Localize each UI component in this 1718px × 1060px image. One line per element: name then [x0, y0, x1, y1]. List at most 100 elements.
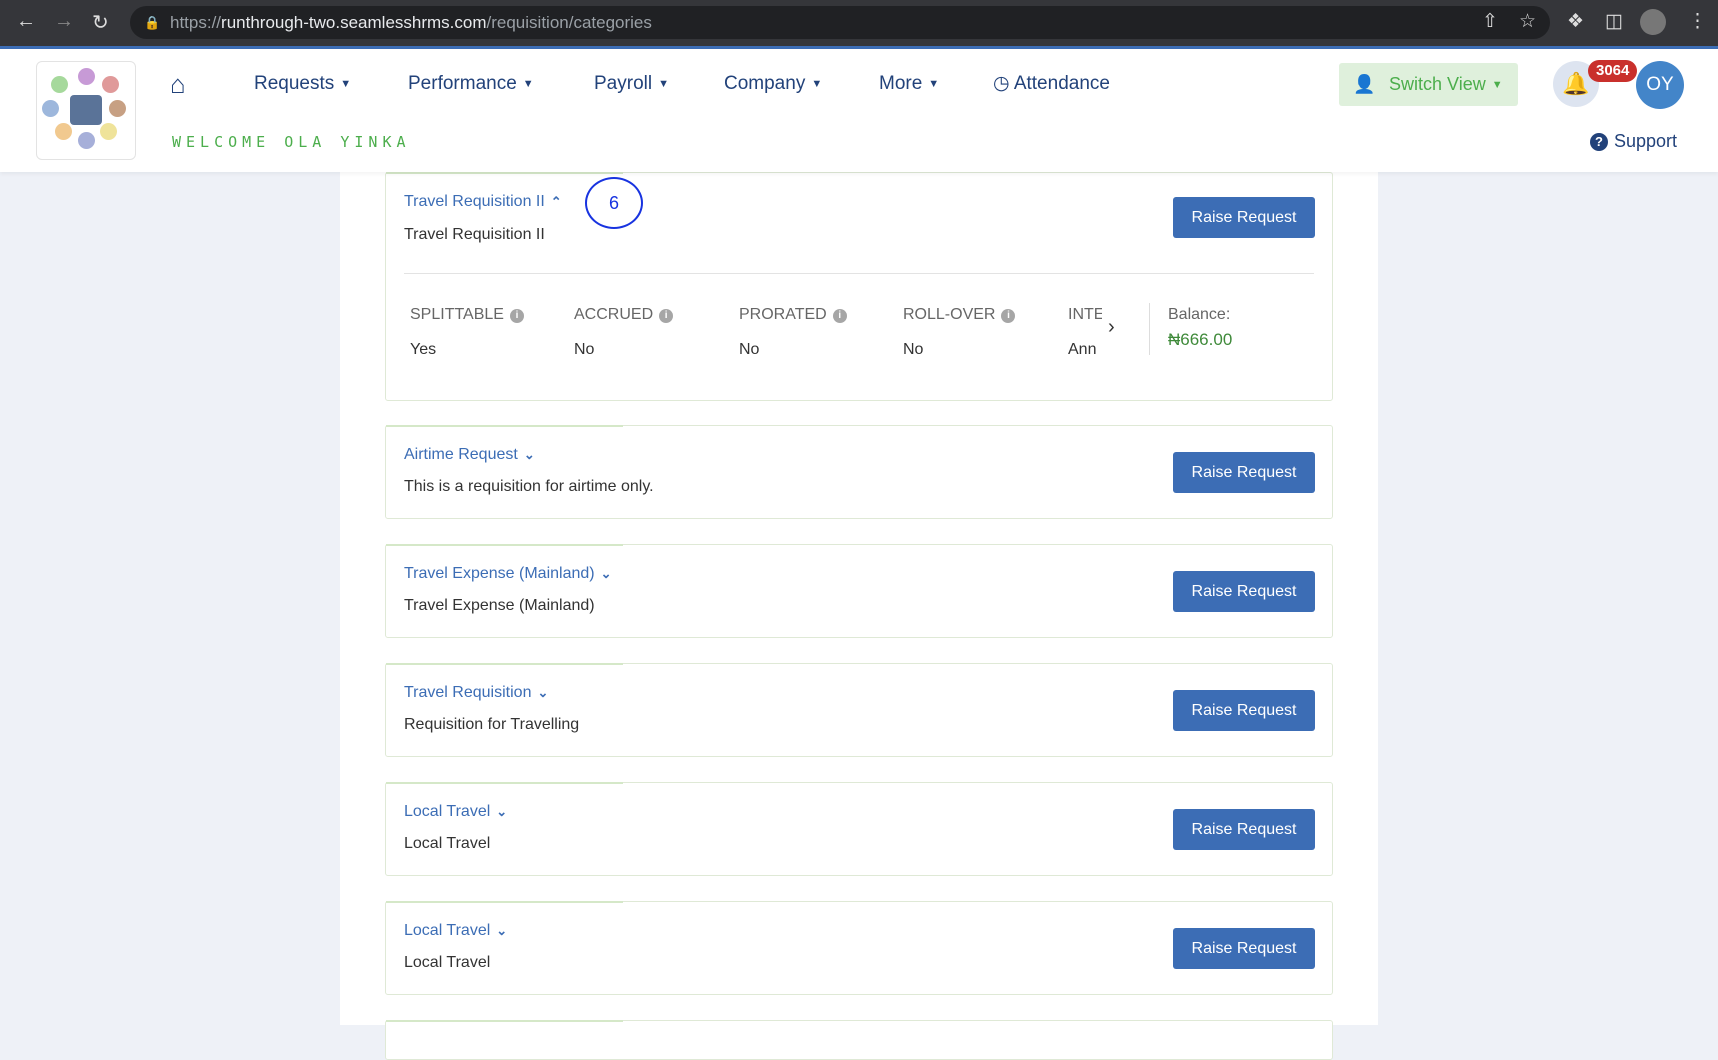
forward-icon[interactable]: → — [54, 10, 74, 33]
card-title[interactable]: Travel Requisition ⌄ — [404, 684, 548, 702]
chevron-down-icon[interactable]: ⌄ — [601, 566, 612, 582]
card-description: Travel Expense (Mainland) — [404, 597, 595, 615]
requisition-list: Travel Requisition II ⌃ Travel Requisitio… — [340, 150, 1378, 1025]
caret-down-icon: ▼ — [1492, 79, 1503, 91]
requisition-card: Travel Requisition ⌄ Requisition for Trav… — [385, 663, 1333, 757]
requisition-card: Travel Requisition II ⌃ Travel Requisitio… — [385, 172, 1333, 401]
balance-label: Balance: — [1168, 306, 1232, 324]
card-description: Travel Requisition II — [404, 226, 545, 244]
detail-label: PRORATED — [739, 306, 827, 323]
chevron-down-icon[interactable]: ⌄ — [496, 804, 507, 820]
divider — [404, 273, 1314, 274]
lock-icon: 🔒 — [144, 6, 160, 39]
detail-label: ACCRUED — [574, 306, 653, 323]
card-description: This is a requisition for airtime only. — [404, 478, 654, 496]
switch-view-button[interactable]: 👤Switch View▼ — [1339, 63, 1518, 106]
url-path: /requisition/categories — [487, 13, 652, 32]
requisition-card: Airtime Request ⌄ This is a requisition f… — [385, 425, 1333, 519]
card-title-text: Travel Requisition II — [404, 193, 545, 210]
detail-prorated: PRORATED i No — [739, 306, 847, 359]
raise-request-button[interactable]: Raise Request — [1173, 690, 1315, 731]
nav-label: Company — [724, 73, 805, 94]
detail-value: Ann — [1068, 341, 1102, 359]
card-title[interactable]: Local Travel ⌄ — [404, 803, 507, 821]
sidebar-icon[interactable]: ◫ — [1605, 10, 1623, 33]
detail-value: No — [574, 341, 673, 359]
card-title-text: Travel Expense (Mainland) — [404, 565, 595, 582]
balance-value: ₦666.00 — [1168, 330, 1232, 350]
info-icon[interactable]: i — [1001, 309, 1015, 323]
menu-icon[interactable]: ⋮ — [1688, 10, 1707, 33]
card-description: Requisition for Travelling — [404, 716, 579, 734]
card-title[interactable]: Local Travel ⌄ — [404, 922, 507, 940]
help-icon: ? — [1590, 133, 1608, 151]
app-header: ⌂ Requests▼ Performance▼ Payroll▼ Compan… — [0, 49, 1718, 172]
detail-interval: INTEAnn — [1068, 306, 1102, 359]
reload-icon[interactable]: ↻ — [92, 10, 109, 35]
nav-label: More — [879, 73, 922, 94]
back-icon[interactable]: ← — [16, 10, 36, 33]
card-title-text: Travel Requisition — [404, 684, 531, 701]
raise-request-button[interactable]: Raise Request — [1173, 452, 1315, 493]
detail-rollover: ROLL-OVER i No — [903, 306, 1015, 359]
chevron-right-icon[interactable]: › — [1108, 316, 1115, 339]
detail-label: ROLL-OVER — [903, 306, 995, 323]
nav-requests[interactable]: Requests▼ — [254, 71, 351, 97]
nav-label: Payroll — [594, 73, 652, 94]
annotation-marker: 6 — [585, 177, 643, 229]
support-link[interactable]: ? Support — [1590, 131, 1677, 152]
nav-label: Performance — [408, 73, 517, 94]
detail-value: Yes — [410, 341, 524, 359]
raise-request-button[interactable]: Raise Request — [1173, 928, 1315, 969]
raise-request-button[interactable]: Raise Request — [1173, 571, 1315, 612]
card-title-text: Local Travel — [404, 922, 490, 939]
chevron-down-icon[interactable]: ⌄ — [496, 923, 507, 939]
requisition-card-partial — [385, 1020, 1333, 1060]
divider — [1149, 303, 1150, 355]
raise-request-button[interactable]: Raise Request — [1173, 197, 1315, 238]
caret-down-icon: ▼ — [928, 78, 939, 90]
nav-company[interactable]: Company ▼ — [724, 71, 822, 97]
extensions-icon[interactable]: ❖ — [1567, 10, 1584, 33]
info-icon[interactable]: i — [510, 309, 524, 323]
user-avatar[interactable]: OY — [1636, 61, 1684, 109]
company-logo[interactable] — [36, 61, 136, 160]
browser-toolbar: ← → ↻ 🔒 https://runthrough-two.seamlesshr… — [0, 0, 1718, 46]
raise-request-button[interactable]: Raise Request — [1173, 809, 1315, 850]
detail-value: No — [739, 341, 847, 359]
card-title-text: Airtime Request — [404, 446, 518, 463]
detail-accrued: ACCRUED i No — [574, 306, 673, 359]
card-title-text: Local Travel — [404, 803, 490, 820]
requisition-card: Travel Expense (Mainland) ⌄ Travel Expens… — [385, 544, 1333, 638]
nav-performance[interactable]: Performance▼ — [408, 71, 534, 97]
support-label: Support — [1614, 131, 1677, 151]
switch-view-label: Switch View — [1389, 74, 1486, 94]
star-icon[interactable]: ☆ — [1519, 10, 1536, 33]
chevron-down-icon[interactable]: ⌄ — [524, 447, 535, 463]
url-scheme: https:// — [170, 13, 221, 32]
chevron-down-icon[interactable]: ⌄ — [537, 685, 548, 701]
info-icon[interactable]: i — [833, 309, 847, 323]
balance: Balance: ₦666.00 — [1168, 306, 1232, 350]
card-title[interactable]: Airtime Request ⌄ — [404, 446, 535, 464]
share-icon[interactable]: ⇧ — [1482, 10, 1498, 33]
caret-down-icon: ▼ — [811, 78, 822, 90]
notification-badge: 3064 — [1588, 60, 1637, 82]
requisition-card: Local Travel ⌄ Local Travel Raise Request — [385, 901, 1333, 995]
nav-attendance[interactable]: ◷ Attendance — [993, 71, 1110, 97]
detail-label: SPLITTABLE — [410, 306, 504, 323]
card-title[interactable]: Travel Requisition II ⌃ — [404, 193, 562, 211]
nav-more[interactable]: More ▼ — [879, 71, 939, 97]
card-title[interactable]: Travel Expense (Mainland) ⌄ — [404, 565, 612, 583]
info-icon[interactable]: i — [659, 309, 673, 323]
url-host: runthrough-two.seamlesshrms.com — [221, 13, 486, 32]
nav-payroll[interactable]: Payroll▼ — [594, 71, 669, 97]
nav-label: Attendance — [1014, 73, 1110, 94]
profile-icon[interactable] — [1640, 9, 1666, 35]
detail-value: No — [903, 341, 1015, 359]
chevron-up-icon[interactable]: ⌃ — [551, 194, 562, 210]
home-icon[interactable]: ⌂ — [170, 71, 186, 97]
clock-icon: ◷ — [993, 73, 1010, 94]
address-bar[interactable]: 🔒 https://runthrough-two.seamlesshrms.com… — [130, 6, 1550, 39]
card-description: Local Travel — [404, 835, 490, 853]
